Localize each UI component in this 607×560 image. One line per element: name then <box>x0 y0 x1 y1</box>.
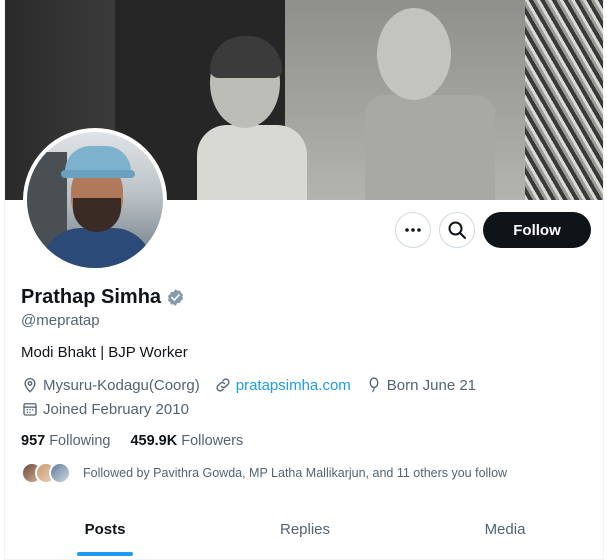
profile-bio: Modi Bhakt | BJP Worker <box>21 344 188 361</box>
banner-plants <box>525 0 603 200</box>
tab-posts[interactable]: Posts <box>5 500 205 559</box>
balloon-icon <box>369 377 379 393</box>
profile-meta-row: Mysuru-Kodagu(Coorg) pratapsimha.com Bor… <box>21 376 490 394</box>
following-count: 957 <box>21 433 46 449</box>
following-stat[interactable]: 957 Following <box>21 433 110 449</box>
avatar-photo <box>27 132 163 268</box>
search-button[interactable] <box>439 212 475 248</box>
banner-child-left <box>197 125 307 200</box>
tab-label: Media <box>484 521 526 538</box>
following-label: Following <box>49 433 111 449</box>
followers-count: 459.9K <box>130 433 178 449</box>
profile-tabs: Posts Replies Media <box>5 500 603 560</box>
website-item: pratapsimha.com <box>214 376 351 394</box>
joined-row: Joined February 2010 <box>21 400 203 418</box>
follow-button[interactable]: Follow <box>483 212 591 248</box>
banner-child-right-head <box>377 8 451 100</box>
active-tab-indicator <box>77 552 133 556</box>
link-icon <box>216 378 230 392</box>
birthday-text: Born June 21 <box>386 376 477 394</box>
location-text: Mysuru-Kodagu(Coorg) <box>43 376 200 394</box>
followers-stat[interactable]: 459.9K Followers <box>130 433 243 449</box>
tab-label: Replies <box>279 521 331 538</box>
tab-media[interactable]: Media <box>405 500 603 559</box>
location-pin-icon <box>24 378 36 393</box>
followed-by-text: Followed by Pavithra Gowda, MP Latha Mal… <box>83 466 508 480</box>
follower-avatar <box>49 462 71 484</box>
profile-page: Follow Prathap Simha @mepratap Modi Bhak… <box>4 0 604 560</box>
website-link[interactable]: pratapsimha.com <box>236 377 351 394</box>
more-icon <box>405 228 421 232</box>
verified-badge-icon[interactable] <box>166 288 185 307</box>
joined-text: Joined February 2010 <box>43 400 189 418</box>
followed-by[interactable]: Followed by Pavithra Gowda, MP Latha Mal… <box>21 462 507 484</box>
follow-stats: 957 Following 459.9K Followers <box>21 433 263 449</box>
banner-child-right <box>365 95 495 200</box>
calendar-icon <box>23 403 37 416</box>
profile-name-row: Prathap Simha <box>21 286 185 309</box>
tab-label: Posts <box>84 521 126 538</box>
birthday-item: Born June 21 <box>365 376 476 394</box>
tab-replies[interactable]: Replies <box>205 500 405 559</box>
avatar[interactable] <box>23 128 167 272</box>
joined-item: Joined February 2010 <box>21 400 189 418</box>
profile-handle: @mepratap <box>21 312 100 329</box>
followers-label: Followers <box>181 433 244 449</box>
more-button[interactable] <box>395 212 431 248</box>
search-icon <box>448 221 466 239</box>
location-item: Mysuru-Kodagu(Coorg) <box>21 376 200 394</box>
profile-name: Prathap Simha <box>21 286 162 308</box>
